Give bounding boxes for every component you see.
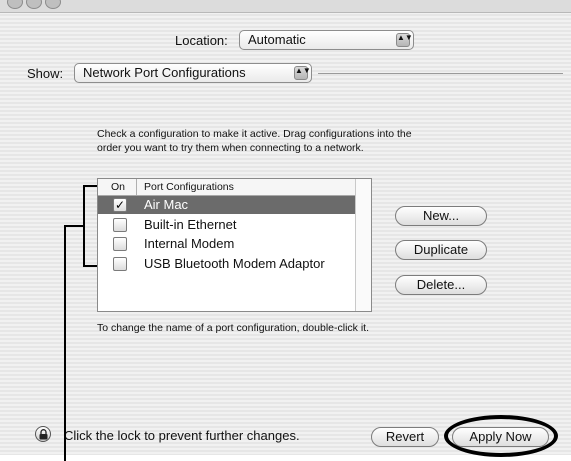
list-item-internal-modem[interactable]: Internal Modem (98, 235, 357, 253)
column-header-port-configurations[interactable]: Port Configurations (144, 181, 234, 193)
network-preferences-window: Location: Automatic ▲▼ Show: Network Por… (0, 0, 571, 455)
revert-button[interactable]: Revert (371, 427, 439, 447)
instructions-line-1: Check a configuration to make it active.… (97, 128, 412, 140)
zoom-window-button[interactable] (45, 0, 61, 9)
list-scroll-area[interactable] (355, 179, 371, 311)
instructions-line-2: order you want to try them when connecti… (97, 142, 364, 154)
list-item-label: Internal Modem (144, 236, 235, 251)
list-header: On Port Configurations (98, 179, 371, 196)
callout-connector (64, 225, 84, 227)
duplicate-button[interactable]: Duplicate (395, 240, 487, 260)
column-divider (136, 179, 137, 195)
lock-message: Click the lock to prevent further change… (64, 428, 300, 443)
active-checkbox[interactable] (113, 257, 127, 271)
show-popup[interactable]: Network Port Configurations ▲▼ (74, 63, 312, 83)
apply-now-highlight-oval (444, 415, 558, 457)
new-button[interactable]: New... (395, 206, 487, 226)
list-item-usb-bluetooth-modem-adaptor[interactable]: USB Bluetooth Modem Adaptor (98, 255, 357, 273)
lock-button[interactable] (35, 426, 51, 442)
list-item-air-mac[interactable]: ✓ Air Mac (98, 196, 357, 214)
popup-arrows-icon: ▲▼ (396, 33, 413, 47)
list-item-label: USB Bluetooth Modem Adaptor (144, 256, 325, 271)
callout-bracket-bottom (83, 265, 97, 267)
callout-leader-line (64, 225, 66, 461)
port-configurations-list[interactable]: On Port Configurations ✓ Air Mac Built-i… (97, 178, 372, 312)
delete-button[interactable]: Delete... (395, 275, 487, 295)
separator-line (318, 73, 563, 74)
active-checkbox[interactable] (113, 237, 127, 251)
list-item-built-in-ethernet[interactable]: Built-in Ethernet (98, 216, 357, 234)
active-checkbox[interactable] (113, 218, 127, 232)
popup-arrows-icon: ▲▼ (294, 66, 311, 80)
callout-bracket-top (83, 185, 97, 187)
rename-hint: To change the name of a port configurati… (97, 322, 369, 334)
close-window-button[interactable] (7, 0, 23, 9)
list-item-label: Built-in Ethernet (144, 217, 237, 232)
location-popup[interactable]: Automatic ▲▼ (239, 30, 414, 50)
location-value: Automatic (248, 32, 306, 47)
location-label: Location: (175, 33, 228, 48)
minimize-window-button[interactable] (26, 0, 42, 9)
show-value: Network Port Configurations (83, 65, 246, 80)
active-checkbox[interactable]: ✓ (113, 198, 127, 212)
title-bar (0, 0, 571, 13)
column-header-on[interactable]: On (111, 181, 125, 193)
show-label: Show: (27, 66, 64, 81)
lock-icon (39, 429, 48, 440)
list-item-label: Air Mac (144, 197, 189, 212)
